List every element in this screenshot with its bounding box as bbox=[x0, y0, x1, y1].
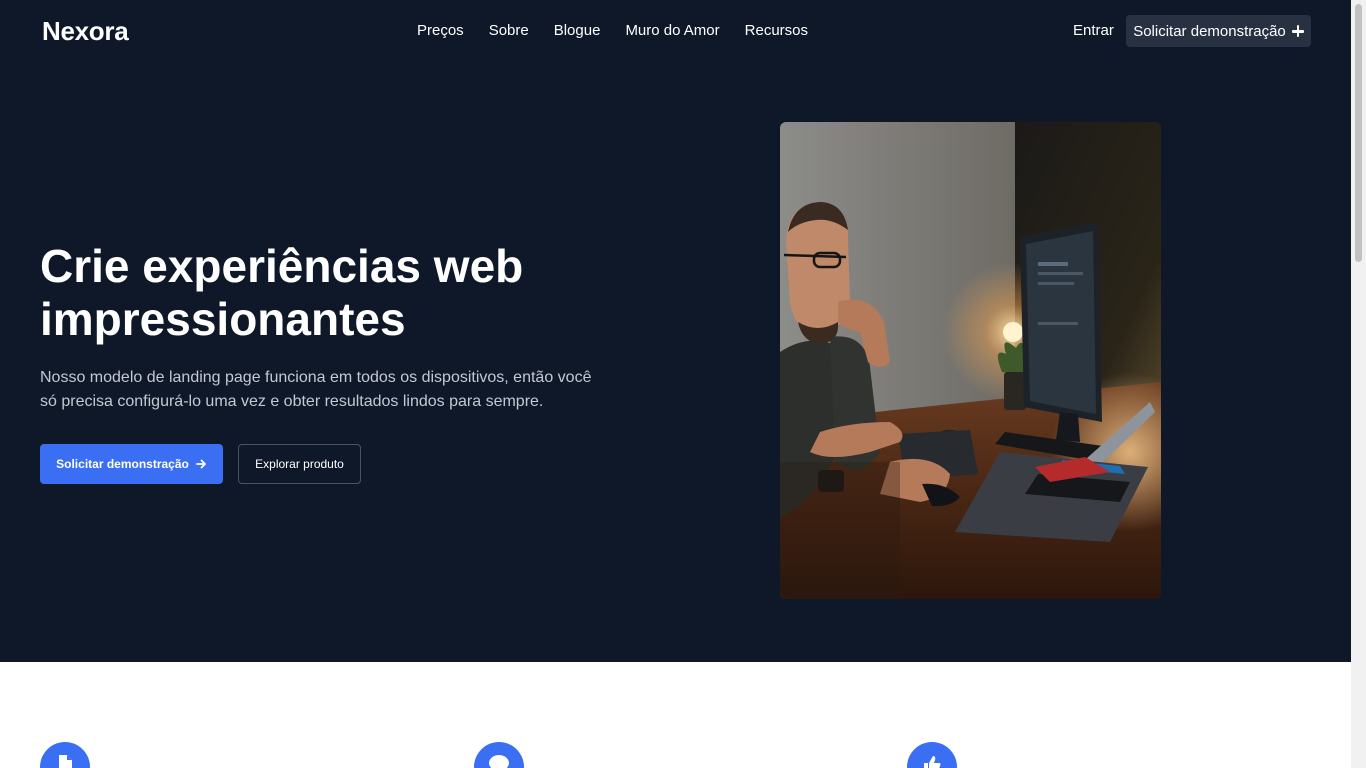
logo[interactable]: Nexora bbox=[42, 16, 129, 47]
arrow-right-icon bbox=[195, 459, 206, 469]
scrollbar-thumb[interactable] bbox=[1355, 4, 1362, 262]
plus-icon bbox=[1291, 25, 1304, 37]
request-demo-label: Solicitar demonstração bbox=[56, 457, 189, 471]
explore-product-label: Explorar produto bbox=[255, 457, 344, 471]
feature-2-chat-icon bbox=[474, 742, 524, 768]
feature-1-document-icon bbox=[40, 742, 90, 768]
feature-3-thumbs-up-icon bbox=[907, 742, 957, 768]
nav-link-resources[interactable]: Recursos bbox=[745, 22, 808, 39]
nav-link-blog[interactable]: Blogue bbox=[554, 22, 601, 39]
nav-link-about[interactable]: Sobre bbox=[489, 22, 529, 39]
explore-product-button[interactable]: Explorar produto bbox=[238, 444, 361, 484]
hero-image bbox=[780, 122, 1161, 599]
top-navbar: Nexora Preços Sobre Blogue Muro do Amor … bbox=[0, 0, 1351, 62]
hero-section: Nexora Preços Sobre Blogue Muro do Amor … bbox=[0, 0, 1351, 662]
nav-links: Preços Sobre Blogue Muro do Amor Recurso… bbox=[417, 22, 808, 39]
hero-title: Crie experiências web impressionantes bbox=[40, 240, 524, 345]
nav-link-wall-of-love[interactable]: Muro do Amor bbox=[625, 22, 719, 39]
hero-description: Nosso modelo de landing page funciona em… bbox=[40, 369, 592, 410]
request-demo-button[interactable]: Solicitar demonstração bbox=[40, 444, 223, 484]
page-scrollbar[interactable] bbox=[1351, 0, 1366, 768]
nav-link-pricing[interactable]: Preços bbox=[417, 22, 464, 39]
request-demo-nav-label: Solicitar demonstração bbox=[1133, 22, 1286, 40]
request-demo-nav-button[interactable]: Solicitar demonstração bbox=[1126, 15, 1311, 47]
signin-link[interactable]: Entrar bbox=[1073, 22, 1114, 39]
